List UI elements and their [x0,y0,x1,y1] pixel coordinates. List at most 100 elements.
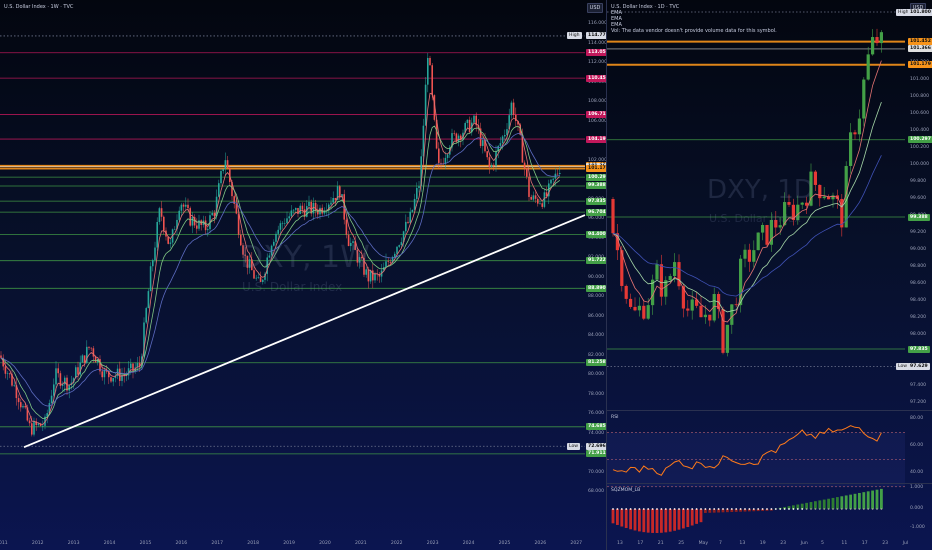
weekly-candle-body [416,187,418,199]
daily-candle-body [765,224,769,245]
daily-y-tick: 97.400 [910,383,927,388]
daily-candle-body [822,196,826,199]
weekly-candle-body [174,229,176,230]
weekly-candle-body [257,277,260,278]
daily-candle-body [818,184,822,199]
weekly-candle-body [334,197,337,200]
weekly-candle-body [468,119,471,133]
weekly-candle-body [398,245,400,247]
weekly-candle-body [323,211,326,214]
weekly-candle-body [499,143,502,146]
daily-y-tick: 100.600 [910,111,929,116]
weekly-candle-body [77,367,79,375]
rsi-pane[interactable]: RSI [607,410,932,483]
weekly-candle-body [53,384,55,396]
weekly-candle-body [130,363,132,369]
daily-x-tick: 7 [719,541,722,546]
weekly-price-tag: 88.890 [586,284,606,292]
daily-y-tick: 98.200 [910,315,927,320]
daily-x-tick: 17 [637,541,644,546]
daily-candle-body [699,305,703,318]
weekly-candle-body [374,273,376,281]
daily-candle-body [611,199,615,234]
weekly-candle-body [438,148,440,163]
daily-candle-body [686,308,690,311]
weekly-x-tick: 2018 [247,541,259,546]
weekly-candle-body [510,102,513,116]
weekly-candle-body [17,398,20,403]
weekly-price-tag: 106.713 [586,111,606,119]
weekly-candle-body [413,198,416,210]
weekly-candle-body [13,385,15,386]
weekly-y-tick: 96.000 [588,216,605,221]
weekly-candle-body [330,202,332,205]
daily-candle-body [875,37,879,44]
weekly-candle-body [101,371,103,378]
daily-candle-body [752,250,756,262]
chart-layout: DXY, 1W U.S. Dollar Index U.S. Dollar In… [0,0,932,550]
weekly-candle-body [103,370,106,378]
weekly-candle-body [482,140,484,146]
weekly-chart-pane[interactable]: DXY, 1W U.S. Dollar Index U.S. Dollar In… [0,0,607,550]
weekly-candle-body [145,308,147,323]
weekly-price-axis[interactable]: 116.000 114.000 112.000 110.000 108.000 106.0… [585,0,606,550]
weekly-candle-body [9,373,11,375]
daily-price-tag: 97.835 [908,345,930,353]
weekly-candle-body [279,223,282,230]
weekly-candle-body [0,355,2,358]
weekly-candle-body [389,261,392,263]
weekly-candle-body [64,377,66,385]
weekly-candle-body [277,229,279,234]
weekly-candle-body [396,246,398,254]
weekly-y-tick: 76.000 [588,411,605,416]
daily-price-tag: 99.388 [908,213,930,221]
weekly-candle-body [6,373,9,374]
weekly-candle-body [332,197,334,203]
weekly-chart-canvas[interactable] [0,0,606,550]
weekly-price-tag: 101.179 [586,165,606,172]
weekly-candle-body [20,402,22,408]
daily-x-tick: 21 [657,541,664,546]
weekly-candle-body [154,247,156,261]
weekly-candle-body [306,206,308,217]
daily-candle-body [659,264,663,297]
weekly-candle-body [290,210,293,217]
weekly-x-tick: 2027 [570,541,583,546]
weekly-candle-body [552,178,554,180]
weekly-candle-body [57,368,59,374]
weekly-candle-body [473,115,475,123]
daily-candle-body [673,262,677,277]
daily-x-tick: May [698,541,709,546]
weekly-candle-body [308,201,310,207]
weekly-tag-label: Low [567,442,581,450]
daily-candle-body [637,305,641,311]
momentum-label: SQZMOM_LB [611,488,641,493]
weekly-candle-body [156,222,158,248]
weekly-candle-body [33,421,35,435]
weekly-candle-body [149,266,152,292]
weekly-price-tag: 113.051 [586,49,606,57]
weekly-candle-body [112,378,114,382]
weekly-candle-body [68,385,70,391]
daily-candle-body [629,298,633,307]
weekly-price-tag: 74.685 [586,423,606,431]
daily-chart-pane[interactable]: DXY, 1D U.S. Dollar Index U.S. Dollar In… [607,0,932,550]
weekly-price-tag: 104.198 [586,135,606,143]
weekly-price-tag: 110.450 [586,74,606,82]
daily-y-tick: 99.600 [910,196,927,201]
weekly-candle-body [534,195,537,199]
momentum-y-tick: 0.000 [910,506,924,511]
weekly-candle-body [405,221,407,232]
weekly-candle-body [31,423,33,435]
momentum-y-tick: 1.000 [910,485,924,490]
daily-candle-body [756,232,760,251]
weekly-candle-body [288,216,290,219]
weekly-candle-body [504,135,506,137]
weekly-y-tick: 70.000 [588,469,605,475]
weekly-candle-body [42,425,44,427]
weekly-candle-body [457,135,460,142]
weekly-candle-body [394,253,396,257]
daily-price-tag: 101.452 [908,38,932,46]
daily-watermark-name: U.S. Dollar Index [709,212,801,225]
momentum-pane[interactable]: SQZMOM_LB [607,483,932,536]
